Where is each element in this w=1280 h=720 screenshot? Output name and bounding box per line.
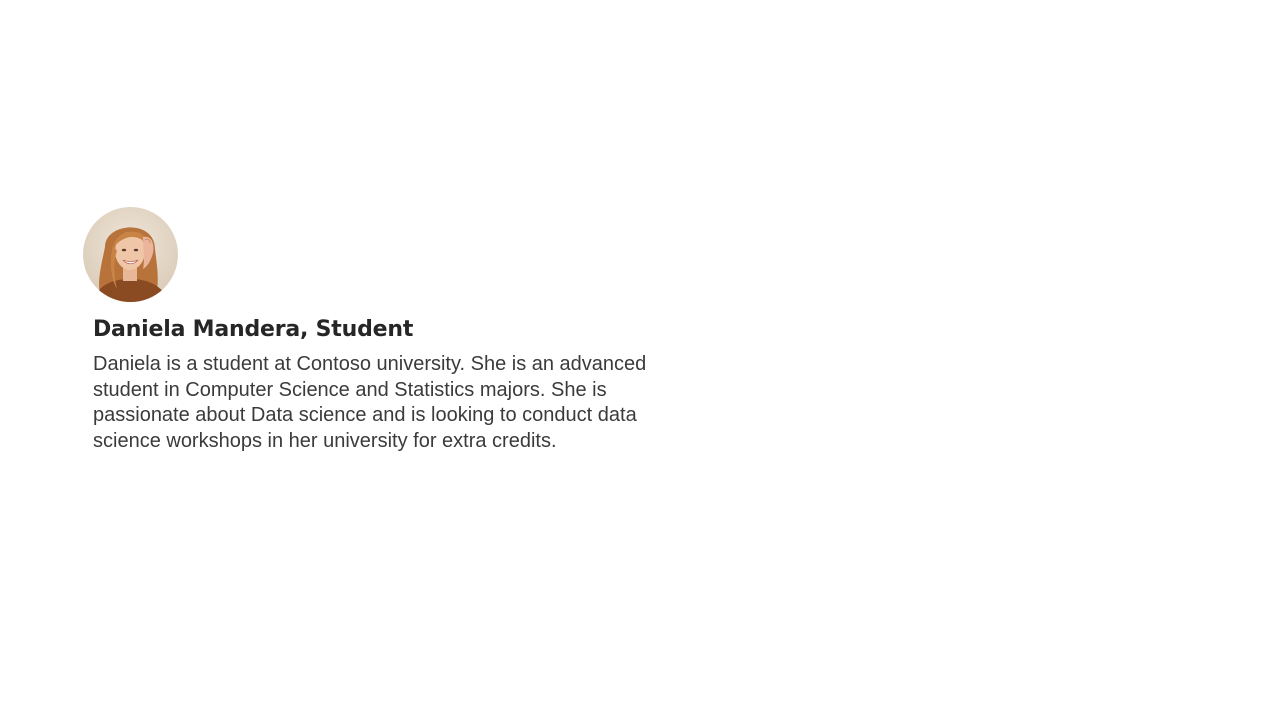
- persona-slide: Daniela Mandera, Student Daniela is a st…: [0, 0, 1280, 720]
- avatar: [83, 207, 178, 302]
- person-photo-icon: [83, 207, 178, 302]
- persona-description: Daniela is a student at Contoso universi…: [93, 353, 647, 452]
- persona-name: Daniela Mandera, Student: [93, 317, 414, 342]
